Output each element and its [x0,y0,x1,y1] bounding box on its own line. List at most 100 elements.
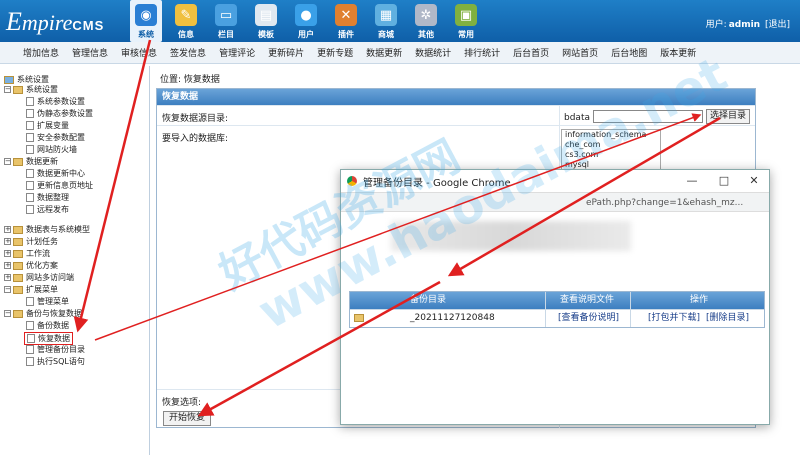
topnav-7[interactable]: ✲ 其他 [410,0,442,42]
submenu-item[interactable]: 签发信息 [170,46,206,59]
page-icon [26,109,34,118]
folder-icon [13,285,23,294]
sidebar-item-2[interactable]: 系统参数设置 [26,96,85,107]
page-icon [26,121,34,130]
sidebar-item-8[interactable]: 数据更新中心 [26,168,85,179]
folder-icon: ▭ [215,4,237,26]
import-db-label: 要导入的数据库: [162,134,229,144]
submenu-item[interactable]: 更新专题 [317,46,353,59]
globe-icon: ◉ [135,4,157,26]
sidebar-item-18[interactable]: 管理菜单 [26,296,69,307]
topnav-6[interactable]: ▦ 商城 [370,0,402,42]
expand-icon[interactable]: + [4,262,11,269]
topnav-label: 用户 [298,30,314,39]
sidebar-item-23[interactable]: 执行SQL语句 [26,356,85,367]
sidebar-item-5[interactable]: 安全参数配置 [26,132,85,143]
delete-dir-link[interactable]: [删除目录] [706,310,749,327]
restore-dir-input[interactable] [593,110,703,123]
collapse-icon[interactable]: − [4,86,11,93]
collapse-icon[interactable]: − [4,158,11,165]
sidebar-item-22[interactable]: 管理备份目录 [26,344,85,355]
sidebar-item-label: 执行SQL语句 [37,357,85,366]
sidebar-item-label: 伪静态参数设置 [37,109,93,118]
submenu-item[interactable]: 排行统计 [464,46,500,59]
sidebar-item-label: 恢复数据 [38,334,70,343]
topnav-5[interactable]: ✕ 插件 [330,0,362,42]
sidebar-item-9[interactable]: 更新信息页地址 [26,180,93,191]
sidebar-item-label: 网站多访问端 [26,273,74,282]
submenu-item[interactable]: 数据统计 [415,46,451,59]
expand-icon[interactable]: + [4,274,11,281]
close-icon[interactable]: ✕ [747,174,761,188]
sidebar-item-11[interactable]: 远程发布 [26,204,69,215]
submenu-item[interactable]: 审核信息 [121,46,157,59]
topnav-label: 商城 [378,30,394,39]
gear-icon: ✲ [415,4,437,26]
sidebar-item-15[interactable]: + 优化方案 [4,260,58,271]
submenu-item[interactable]: 后台地图 [611,46,647,59]
sidebar-item-20[interactable]: 备份数据 [26,320,69,331]
expand-icon[interactable]: + [4,226,11,233]
db-option[interactable]: information_schema [565,130,660,140]
pack-download-link[interactable]: [打包并下载] [648,310,700,327]
minimize-icon[interactable]: — [685,174,699,188]
topnav-3[interactable]: ▤ 模板 [250,0,282,42]
sub-menu: 增加信息 管理信息 审核信息 签发信息 管理评论 更新碎片 更新专题 数据更新 数据统计 排行统计… [0,42,800,64]
topnav-label: 信息 [178,30,194,39]
submenu-item[interactable]: 数据更新 [366,46,402,59]
topnav-label: 插件 [338,30,354,39]
sidebar-item-label: 数据表与系统模型 [26,225,90,234]
sidebar-item-16[interactable]: + 网站多访问端 [4,272,74,283]
popup-url-bar: ePath.php?change=1&ehash_mz... [341,192,769,212]
popup-titlebar: 管理备份目录 - Google Chrome — □ ✕ [341,170,769,192]
topnav-8[interactable]: ▣ 常用 [450,0,482,42]
sidebar-item-17[interactable]: − 扩展菜单 [4,284,58,295]
sidebar-item-13[interactable]: + 计划任务 [4,236,58,247]
topnav-2[interactable]: ▭ 栏目 [210,0,242,42]
submenu-item[interactable]: 管理信息 [72,46,108,59]
select-dir-button[interactable]: 选择目录 [706,109,750,124]
sidebar-item-6[interactable]: 网站防火墙 [26,144,77,155]
sidebar-item-12[interactable]: + 数据表与系统模型 [4,224,90,235]
db-option[interactable]: che_com [565,140,660,150]
topnav-0[interactable]: ◉ 系统 [130,0,162,42]
submenu-item[interactable]: 管理评论 [219,46,255,59]
page-icon [26,357,34,366]
topnav-label: 常用 [458,30,474,39]
expand-icon[interactable]: + [4,250,11,257]
table-col-sep [545,292,546,327]
page-icon [26,193,34,202]
collapse-icon[interactable]: − [4,310,11,317]
sidebar-item-label: 远程发布 [37,205,69,214]
topnav-1[interactable]: ✎ 信息 [170,0,202,42]
view-readme-link[interactable]: [查看备份说明] [558,310,619,327]
topnav-4[interactable]: ● 用户 [290,0,322,42]
panel-title: 恢复数据 [157,89,755,105]
sidebar-item-14[interactable]: + 工作流 [4,248,50,259]
sidebar-item-7[interactable]: − 数据更新 [4,156,58,167]
folder-icon [13,249,23,258]
empirecms-logo: EmpireCMS [6,7,105,36]
submenu-item[interactable]: 后台首页 [513,46,549,59]
breadcrumb: 位置: 恢复数据 [160,75,220,85]
submenu-item[interactable]: 更新碎片 [268,46,304,59]
maximize-icon[interactable]: □ [717,174,731,188]
logout-link[interactable]: [退出] [765,20,790,30]
sidebar-item-4[interactable]: 扩展变量 [26,120,69,131]
db-option[interactable]: cs3.com [565,150,660,160]
submenu-item[interactable]: 增加信息 [23,46,59,59]
sidebar-item-3[interactable]: 伪静态参数设置 [26,108,93,119]
sidebar-item-1[interactable]: − 系统设置 [4,84,58,95]
restore-options-label: 恢复选项: [162,398,202,408]
collapse-icon[interactable]: − [4,286,11,293]
sidebar-item-10[interactable]: 数据整理 [26,192,69,203]
submenu-item[interactable]: 网站首页 [562,46,598,59]
page-icon [26,321,34,330]
submenu-item[interactable]: 版本更新 [660,46,696,59]
expand-icon[interactable]: + [4,238,11,245]
sidebar-item-19[interactable]: − 备份与恢复数据 [4,308,82,319]
start-restore-button[interactable]: 开始恢复 [163,411,211,426]
col-view-readme: 查看说明文件 [560,295,615,305]
backup-dir-link[interactable]: _20211127120848 [410,313,495,323]
restore-dir-label: 恢复数据源目录: [162,114,229,124]
